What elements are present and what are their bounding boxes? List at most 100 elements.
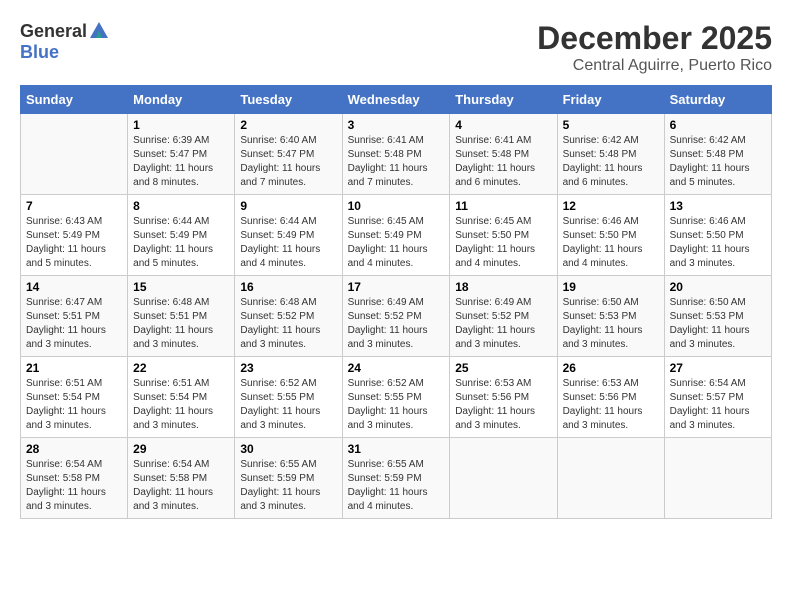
calendar-cell: 21 Sunrise: 6:51 AMSunset: 5:54 PMDayligh… [21,357,128,438]
day-info: Sunrise: 6:49 AMSunset: 5:52 PMDaylight:… [455,296,551,352]
weekday-header: Tuesday [235,86,342,114]
day-number: 10 [348,199,445,213]
calendar-cell: 11Sunrise: 6:45 AMSunset: 5:50 PMDayligh… [450,195,557,276]
logo-block: General Blue [20,20,110,63]
day-info: Sunrise: 6:48 AMSunset: 5:51 PMDaylight:… [133,296,229,352]
calendar-cell: 4 Sunrise: 6:41 AMSunset: 5:48 PMDaylight… [450,114,557,195]
day-info: Sunrise: 6:40 AMSunset: 5:47 PMDaylight:… [240,134,336,190]
calendar-cell: 30Sunrise: 6:55 AMSunset: 5:59 PMDayligh… [235,438,342,519]
calendar-week-row: 1Sunrise: 6:39 AMSunset: 5:47 PMDaylight… [21,114,772,195]
day-number: 6 [670,118,766,132]
calendar-cell: 17 Sunrise: 6:49 AMSunset: 5:52 PMDayligh… [342,276,450,357]
calendar-cell: 22 Sunrise: 6:51 AMSunset: 5:54 PMDayligh… [128,357,235,438]
title-block: December 2025 Central Aguirre, Puerto Ri… [537,20,772,75]
calendar-cell: 25 Sunrise: 6:53 AMSunset: 5:56 PMDayligh… [450,357,557,438]
day-info: Sunrise: 6:41 AMSunset: 5:48 PMDaylight:… [348,134,445,190]
day-info: Sunrise: 6:50 AMSunset: 5:53 PMDaylight:… [563,296,659,352]
day-info: Sunrise: 6:49 AMSunset: 5:52 PMDaylight:… [348,296,445,352]
day-info: Sunrise: 6:42 AMSunset: 5:48 PMDaylight:… [563,134,659,190]
day-info: Sunrise: 6:45 AMSunset: 5:49 PMDaylight:… [348,215,445,271]
day-number: 29 [133,442,229,456]
day-info: Sunrise: 6:44 AMSunset: 5:49 PMDaylight:… [133,215,229,271]
day-number: 14 [26,280,122,294]
day-number: 18 [455,280,551,294]
day-number: 25 [455,361,551,375]
calendar-week-row: 28Sunrise: 6:54 AMSunset: 5:58 PMDayligh… [21,438,772,519]
calendar-cell [450,438,557,519]
day-info: Sunrise: 6:45 AMSunset: 5:50 PMDaylight:… [455,215,551,271]
weekday-header: Wednesday [342,86,450,114]
day-info: Sunrise: 6:55 AMSunset: 5:59 PMDaylight:… [240,458,336,514]
calendar-cell: 15Sunrise: 6:48 AMSunset: 5:51 PMDayligh… [128,276,235,357]
day-info: Sunrise: 6:48 AMSunset: 5:52 PMDaylight:… [240,296,336,352]
day-number: 21 [26,361,122,375]
day-info: Sunrise: 6:52 AMSunset: 5:55 PMDaylight:… [348,377,445,433]
location-title: Central Aguirre, Puerto Rico [537,57,772,75]
day-info: Sunrise: 6:53 AMSunset: 5:56 PMDaylight:… [455,377,551,433]
day-info: Sunrise: 6:51 AMSunset: 5:54 PMDaylight:… [26,377,122,433]
day-number: 24 [348,361,445,375]
day-number: 17 [348,280,445,294]
calendar-cell: 13 Sunrise: 6:46 AMSunset: 5:50 PMDayligh… [664,195,771,276]
weekday-header: Friday [557,86,664,114]
day-info: Sunrise: 6:53 AMSunset: 5:56 PMDaylight:… [563,377,659,433]
calendar-cell: 3 Sunrise: 6:41 AMSunset: 5:48 PMDaylight… [342,114,450,195]
day-info: Sunrise: 6:54 AMSunset: 5:57 PMDaylight:… [670,377,766,433]
day-number: 2 [240,118,336,132]
weekday-header: Sunday [21,86,128,114]
calendar-cell: 27 Sunrise: 6:54 AMSunset: 5:57 PMDayligh… [664,357,771,438]
day-info: Sunrise: 6:46 AMSunset: 5:50 PMDaylight:… [563,215,659,271]
day-number: 31 [348,442,445,456]
calendar-week-row: 21 Sunrise: 6:51 AMSunset: 5:54 PMDayligh… [21,357,772,438]
day-number: 4 [455,118,551,132]
weekday-header: Saturday [664,86,771,114]
calendar-cell [664,438,771,519]
calendar-cell: 19 Sunrise: 6:50 AMSunset: 5:53 PMDayligh… [557,276,664,357]
calendar-cell: 20 Sunrise: 6:50 AMSunset: 5:53 PMDayligh… [664,276,771,357]
day-info: Sunrise: 6:46 AMSunset: 5:50 PMDaylight:… [670,215,766,271]
calendar-cell: 7Sunrise: 6:43 AMSunset: 5:49 PMDaylight… [21,195,128,276]
day-number: 5 [563,118,659,132]
day-number: 16 [240,280,336,294]
calendar-cell: 8Sunrise: 6:44 AMSunset: 5:49 PMDaylight… [128,195,235,276]
day-info: Sunrise: 6:44 AMSunset: 5:49 PMDaylight:… [240,215,336,271]
calendar-cell: 28Sunrise: 6:54 AMSunset: 5:58 PMDayligh… [21,438,128,519]
calendar-table: SundayMondayTuesdayWednesdayThursdayFrid… [20,85,772,519]
calendar-cell: 6 Sunrise: 6:42 AMSunset: 5:48 PMDaylight… [664,114,771,195]
day-number: 19 [563,280,659,294]
logo-icon [88,20,110,42]
calendar-cell: 16 Sunrise: 6:48 AMSunset: 5:52 PMDayligh… [235,276,342,357]
day-info: Sunrise: 6:55 AMSunset: 5:59 PMDaylight:… [348,458,445,514]
day-number: 23 [240,361,336,375]
day-number: 28 [26,442,122,456]
calendar-cell: 23Sunrise: 6:52 AMSunset: 5:55 PMDayligh… [235,357,342,438]
calendar-cell: 26 Sunrise: 6:53 AMSunset: 5:56 PMDayligh… [557,357,664,438]
calendar-cell: 1Sunrise: 6:39 AMSunset: 5:47 PMDaylight… [128,114,235,195]
calendar-cell: 5 Sunrise: 6:42 AMSunset: 5:48 PMDaylight… [557,114,664,195]
day-number: 3 [348,118,445,132]
page-header: General Blue December 2025 Central Aguir… [20,20,772,75]
calendar-week-row: 14 Sunrise: 6:47 AMSunset: 5:51 PMDayligh… [21,276,772,357]
day-number: 12 [563,199,659,213]
calendar-cell: 2 Sunrise: 6:40 AMSunset: 5:47 PMDaylight… [235,114,342,195]
weekday-header: Monday [128,86,235,114]
calendar-week-row: 7Sunrise: 6:43 AMSunset: 5:49 PMDaylight… [21,195,772,276]
day-number: 13 [670,199,766,213]
day-number: 22 [133,361,229,375]
calendar-cell: 24 Sunrise: 6:52 AMSunset: 5:55 PMDayligh… [342,357,450,438]
calendar-cell: 12 Sunrise: 6:46 AMSunset: 5:50 PMDayligh… [557,195,664,276]
day-info: Sunrise: 6:41 AMSunset: 5:48 PMDaylight:… [455,134,551,190]
header-row: SundayMondayTuesdayWednesdayThursdayFrid… [21,86,772,114]
day-info: Sunrise: 6:47 AMSunset: 5:51 PMDaylight:… [26,296,122,352]
day-info: Sunrise: 6:51 AMSunset: 5:54 PMDaylight:… [133,377,229,433]
calendar-cell: 18 Sunrise: 6:49 AMSunset: 5:52 PMDayligh… [450,276,557,357]
day-number: 27 [670,361,766,375]
day-info: Sunrise: 6:42 AMSunset: 5:48 PMDaylight:… [670,134,766,190]
day-number: 26 [563,361,659,375]
day-number: 1 [133,118,229,132]
day-info: Sunrise: 6:50 AMSunset: 5:53 PMDaylight:… [670,296,766,352]
day-number: 20 [670,280,766,294]
weekday-header: Thursday [450,86,557,114]
day-info: Sunrise: 6:43 AMSunset: 5:49 PMDaylight:… [26,215,122,271]
logo-text-general: General [20,21,87,42]
